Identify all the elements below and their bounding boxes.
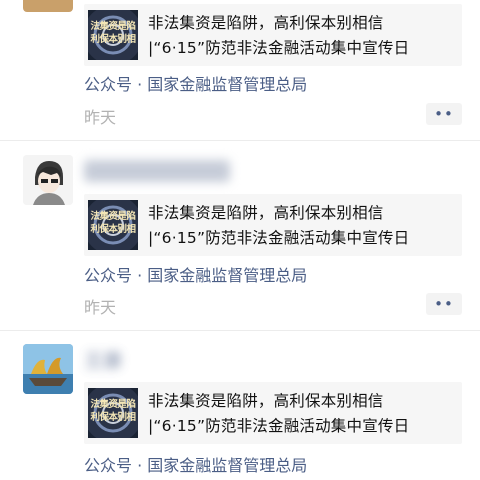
article-source[interactable]: 公众号 · 国家金融监督管理总局 — [84, 452, 307, 476]
shared-article-card[interactable]: 法集资是陷 利保本别相 非法集资是陷阱，高利保本别相信 |“6·15”防范非法金… — [84, 194, 462, 256]
article-thumbnail: 法集资是陷 利保本别相 — [88, 388, 138, 438]
shared-article-card[interactable]: 法集资是陷 利保本别相 非法集资是陷阱，高利保本别相信 |“6·15”防范非法金… — [84, 382, 462, 444]
avatar[interactable] — [23, 155, 73, 205]
poster-name[interactable]: 王康 — [84, 346, 122, 373]
thumbnail-caption-line-2: 利保本别相 — [90, 412, 136, 423]
avatar[interactable] — [23, 0, 73, 12]
article-source[interactable]: 公众号 · 国家金融监督管理总局 — [84, 262, 307, 286]
thumbnail-caption-line-2: 利保本别相 — [90, 224, 136, 235]
more-options-button[interactable]: •• — [426, 103, 462, 125]
anime-avatar-icon — [23, 155, 73, 205]
thumbnail-caption-line-1: 法集资是陷 — [90, 211, 136, 222]
article-title: 非法集资是陷阱，高利保本别相信 |“6·15”防范非法金融活动集中宣传日 — [148, 392, 410, 435]
more-options-button[interactable]: •• — [426, 293, 462, 315]
shared-article-card[interactable]: 法集资是陷 利保本别相 非法集资是陷阱，高利保本别相信 |“6·15”防范非法金… — [84, 4, 462, 66]
article-thumbnail: 法集资是陷 利保本别相 — [88, 200, 138, 250]
thumbnail-caption-line-2: 利保本别相 — [90, 34, 136, 45]
article-title: 非法集资是陷阱，高利保本别相信 |“6·15”防范非法金融活动集中宣传日 — [148, 14, 410, 57]
post-divider — [0, 330, 480, 331]
article-title: 非法集资是陷阱，高利保本别相信 |“6·15”防范非法金融活动集中宣传日 — [148, 204, 410, 247]
avatar[interactable] — [23, 344, 73, 394]
post-divider — [0, 140, 480, 141]
article-thumbnail: 法集资是陷 利保本别相 — [88, 10, 138, 60]
post-time: 昨天 — [84, 108, 117, 127]
article-source[interactable]: 公众号 · 国家金融监督管理总局 — [84, 71, 307, 95]
post-time: 昨天 — [84, 298, 117, 317]
thumbnail-caption-line-1: 法集资是陷 — [90, 399, 136, 410]
boat-avatar-icon — [23, 344, 73, 394]
thumbnail-caption-line-1: 法集资是陷 — [90, 21, 136, 32]
redacted-name-bar — [84, 160, 230, 182]
